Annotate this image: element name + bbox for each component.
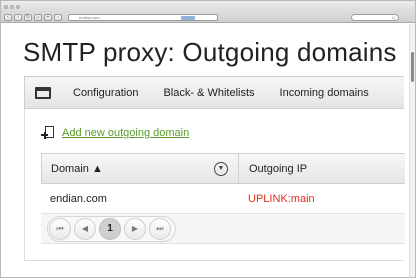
cell-domain: endian.com: [50, 192, 107, 205]
minimize-window-button[interactable]: [10, 5, 14, 9]
column-header-outgoing-ip[interactable]: Outgoing IP: [239, 163, 307, 175]
address-bar-text: endian.com: [79, 15, 100, 20]
first-page-button[interactable]: ⏮: [49, 217, 71, 240]
last-page-button[interactable]: ⏭: [149, 217, 171, 240]
outgoing-domains-table: Domain ▲ ▼ Outgoing IP endian.com UPLINK…: [41, 153, 405, 244]
home-button[interactable]: ⌂: [34, 14, 42, 21]
add-outgoing-domain-link[interactable]: Add new outgoing domain: [62, 127, 189, 139]
browser-window: ‹ › ↻ ⌂ + ▫ endian.com Q SMTP proxy: Out…: [0, 0, 416, 278]
scrollbar-thumb[interactable]: [411, 52, 414, 82]
search-icon: Q: [391, 15, 395, 20]
outgoing-domains-panel: Add new outgoing domain Domain ▲ ▼ Outgo…: [24, 109, 405, 261]
forward-button[interactable]: ›: [14, 14, 22, 21]
pagination-bar: ⏮ ◀ 1 ▶ ⏭: [47, 215, 176, 242]
title-bar: [1, 1, 415, 13]
bookmark-button[interactable]: +: [44, 14, 52, 21]
tab-incoming-domains[interactable]: Incoming domains: [280, 87, 369, 99]
close-window-button[interactable]: [4, 5, 8, 9]
back-button[interactable]: ‹: [4, 14, 12, 21]
table-header: Domain ▲ ▼ Outgoing IP: [41, 153, 405, 184]
address-bar[interactable]: endian.com: [68, 14, 218, 21]
cell-outgoing-ip: UPLINK:main: [248, 192, 315, 205]
filter-icon[interactable]: ▼: [214, 162, 228, 176]
next-page-button[interactable]: ▶: [124, 217, 146, 240]
rss-icon[interactable]: [181, 16, 195, 20]
section-tabs: Configuration Black- & Whitelists Incomi…: [24, 76, 404, 109]
table-row[interactable]: endian.com UPLINK:main: [41, 184, 405, 214]
tab-black-whitelists[interactable]: Black- & Whitelists: [163, 87, 254, 99]
pagination: ⏮ ◀ 1 ▶ ⏭: [41, 214, 405, 244]
column-header-domain[interactable]: Domain ▲ ▼: [42, 154, 239, 183]
zoom-window-button[interactable]: [16, 5, 20, 9]
column-header-domain-label: Domain ▲: [51, 162, 103, 175]
folder-icon: [35, 86, 51, 99]
current-page-button[interactable]: 1: [99, 217, 121, 240]
browser-search-field[interactable]: Q: [351, 14, 399, 21]
page-title: SMTP proxy: Outgoing domains: [23, 37, 397, 67]
page-scrollbar[interactable]: [409, 24, 415, 277]
reload-button[interactable]: ↻: [24, 14, 32, 21]
tab-configuration[interactable]: Configuration: [73, 87, 138, 99]
page-button[interactable]: ▫: [54, 14, 62, 21]
add-document-icon[interactable]: [41, 125, 57, 141]
previous-page-button[interactable]: ◀: [74, 217, 96, 240]
add-domain-row: Add new outgoing domain: [41, 125, 189, 141]
